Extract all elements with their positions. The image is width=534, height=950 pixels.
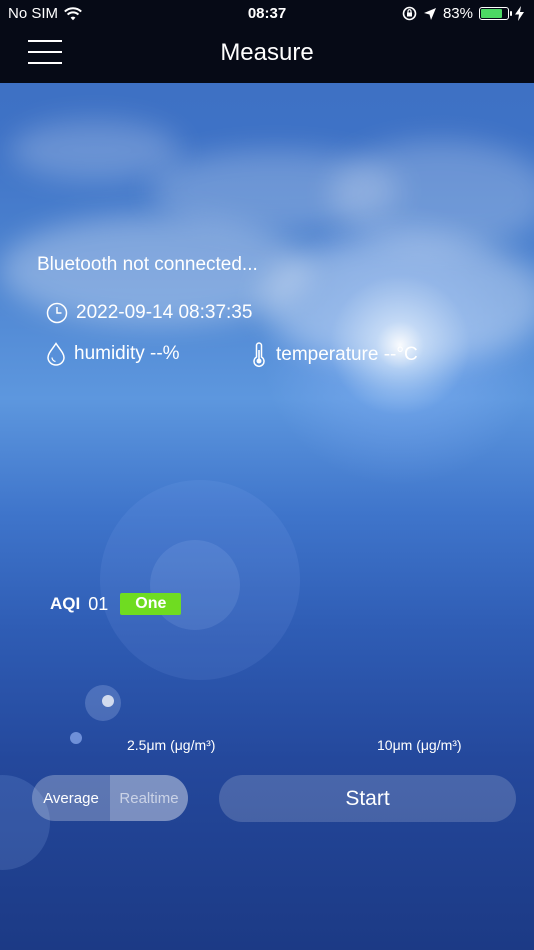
location-arrow-icon: [423, 7, 436, 20]
temperature-text: temperature --°C: [276, 344, 418, 365]
mode-average-button[interactable]: Average: [32, 775, 110, 821]
charging-bolt-icon: [515, 6, 524, 21]
status-bar: No SIM 08:37 83%: [0, 0, 534, 28]
aqi-value: 01: [88, 593, 109, 614]
aqi-level-badge: One: [120, 593, 182, 615]
pm25-unit-label: 2.5μm (μg/m³): [127, 737, 216, 753]
water-drop-icon: [47, 342, 65, 366]
mode-realtime-button[interactable]: Realtime: [110, 775, 188, 821]
bluetooth-status: Bluetooth not connected...: [37, 254, 258, 275]
battery-percent: 83%: [442, 5, 473, 22]
thermometer-icon: [253, 342, 265, 368]
start-button[interactable]: Start: [219, 775, 516, 822]
aqi-label: AQI: [50, 594, 81, 613]
temperature-reading: temperature --°C: [250, 342, 418, 368]
pm10-unit-label: 10μm (μg/m³): [377, 737, 462, 753]
measurement-datetime: 2022-09-14 08:37:35: [46, 302, 252, 324]
aqi-indicator: AQI 01 One: [50, 593, 182, 615]
datetime-text: 2022-09-14 08:37:35: [76, 302, 253, 323]
mode-toggle: Average Realtime: [32, 775, 188, 821]
battery-icon: [479, 7, 512, 20]
humidity-text: humidity --%: [74, 343, 180, 364]
humidity-reading: humidity --%: [46, 342, 180, 366]
orientation-lock-icon: [402, 6, 417, 21]
clock-icon: [46, 302, 68, 324]
nav-bar: Measure: [0, 28, 534, 83]
page-title: Measure: [220, 39, 314, 66]
